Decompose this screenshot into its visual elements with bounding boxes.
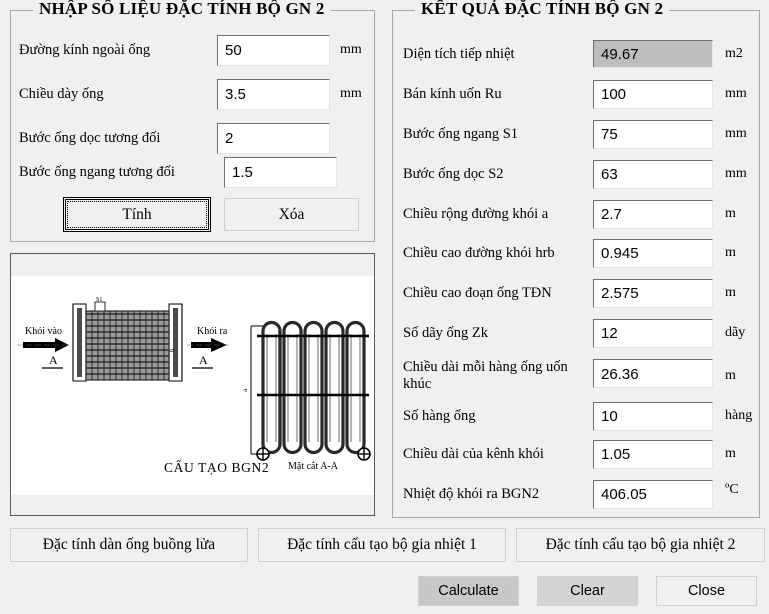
result-row-longitudinal-pitch-s2: Bước ống dọc S2 63 mm bbox=[403, 159, 753, 189]
diagram-label-s1: S1 bbox=[96, 297, 102, 303]
unit-flue-height: m bbox=[725, 245, 736, 260]
unit-flue-width: m bbox=[725, 206, 736, 221]
result-row-bend-radius: Bán kính uốn Ru 100 mm bbox=[403, 79, 753, 109]
form-row-outer-diameter: Đường kính ngoài ống 50 mm bbox=[19, 33, 364, 67]
calc-tinh-button-label: Tính bbox=[67, 201, 207, 228]
value-flue-height[interactable]: 0.945 bbox=[593, 238, 713, 268]
value-exit-gas-temp[interactable]: 406.05 bbox=[593, 479, 713, 509]
label-tube-rows-zk: Số dãy ống Zk bbox=[403, 324, 488, 341]
result-row-heat-area: Diện tích tiếp nhiệt 49.67 m2 bbox=[403, 39, 753, 69]
unit-bend-radius: mm bbox=[725, 86, 747, 101]
diagram-label-a: a bbox=[241, 388, 249, 392]
unit-serpentine-length: m bbox=[725, 368, 736, 383]
calc-tinh-button[interactable]: Tính bbox=[63, 197, 211, 232]
diagram-panel: S1 h Khói vào A Khói ra A a CẤU TẠO BGN2… bbox=[10, 253, 375, 516]
unit-longitudinal-pitch-s2: mm bbox=[725, 166, 747, 181]
label-relative-transverse-pitch: Bước ống ngang tương đối bbox=[19, 163, 175, 180]
result-row-exit-gas-temp: Nhiệt độ khói ra BGN2 406.05 ºC bbox=[403, 479, 753, 509]
input-outer-diameter[interactable]: 50 bbox=[217, 34, 330, 66]
form-row-tube-thickness: Chiều dày ống 3.5 mm bbox=[19, 77, 364, 111]
value-duct-length[interactable]: 1.05 bbox=[593, 439, 713, 469]
unit-outer-diameter: mm bbox=[340, 42, 362, 57]
unit-tube-thickness: mm bbox=[340, 86, 362, 101]
result-row-tube-count: Số hàng ống 10 hàng bbox=[403, 401, 753, 431]
clear-xoa-button[interactable]: Xóa bbox=[224, 198, 359, 231]
form-row-relative-transverse-pitch: Bước ống ngang tương đối 1.5 bbox=[19, 155, 364, 189]
value-transverse-pitch-s1[interactable]: 75 bbox=[593, 119, 713, 149]
value-tube-rows-zk[interactable]: 12 bbox=[593, 318, 713, 348]
label-tube-thickness: Chiều dày ống bbox=[19, 85, 104, 102]
result-row-tube-section-height: Chiều cao đoạn ống TĐN 2.575 m bbox=[403, 278, 753, 308]
input-group-box: NHẬP SỐ LIỆU ĐẶC TÍNH BỘ GN 2 Đường kính… bbox=[10, 0, 375, 242]
action-button-row: Calculate Clear Close bbox=[418, 576, 757, 606]
unit-tube-section-height: m bbox=[725, 285, 736, 300]
value-heat-area[interactable]: 49.67 bbox=[593, 40, 713, 68]
value-tube-section-height[interactable]: 2.575 bbox=[593, 278, 713, 308]
result-group-legend: KẾT QUẢ ĐẶC TÍNH BỘ GN 2 bbox=[415, 0, 670, 19]
label-flue-width: Chiều rộng đường khói a bbox=[403, 205, 549, 222]
unit-exit-gas-temp: ºC bbox=[725, 482, 739, 497]
tab-furnace-tube-bank[interactable]: Đặc tính dàn ống buồng lửa bbox=[10, 528, 248, 562]
input-relative-longitudinal-pitch[interactable]: 2 bbox=[217, 122, 330, 154]
label-tube-count: Số hàng ống bbox=[403, 407, 476, 424]
label-bend-radius: Bán kính uốn Ru bbox=[403, 85, 502, 102]
diagram-section-mark-right: A bbox=[199, 353, 208, 367]
result-row-duct-length: Chiều dài của kênh khói 1.05 m bbox=[403, 439, 753, 469]
heat-exchanger-diagram: S1 h Khói vào A Khói ra A a CẤU TẠO BGN2… bbox=[17, 297, 371, 475]
calculate-button[interactable]: Calculate bbox=[418, 576, 519, 606]
input-group-legend: NHẬP SỐ LIỆU ĐẶC TÍNH BỘ GN 2 bbox=[33, 0, 331, 19]
value-tube-count[interactable]: 10 bbox=[593, 401, 713, 431]
value-serpentine-length[interactable]: 26.36 bbox=[593, 359, 713, 388]
label-exit-gas-temp: Nhiệt độ khói ra BGN2 bbox=[403, 485, 540, 502]
input-tube-thickness[interactable]: 3.5 bbox=[217, 78, 330, 110]
diagram-section-mark-left: A bbox=[49, 353, 58, 367]
label-tube-section-height: Chiều cao đoạn ống TĐN bbox=[403, 284, 552, 301]
tab-heater-1[interactable]: Đặc tính cấu tạo bộ gia nhiệt 1 bbox=[258, 528, 506, 562]
label-duct-length: Chiều dài của kênh khói bbox=[403, 445, 544, 462]
input-relative-transverse-pitch[interactable]: 1.5 bbox=[224, 156, 337, 188]
value-bend-radius[interactable]: 100 bbox=[593, 79, 713, 109]
label-outer-diameter: Đường kính ngoài ống bbox=[19, 41, 151, 58]
diagram-label-outlet: Khói ra bbox=[197, 326, 228, 337]
result-row-transverse-pitch-s1: Bước ống ngang S1 75 mm bbox=[403, 119, 753, 149]
close-button[interactable]: Close bbox=[656, 576, 757, 606]
result-row-flue-width: Chiều rộng đường khói a 2.7 m bbox=[403, 199, 753, 229]
tab-heater-2[interactable]: Đặc tính cấu tạo bộ gia nhiệt 2 bbox=[516, 528, 765, 562]
unit-heat-area: m2 bbox=[725, 46, 743, 61]
result-row-serpentine-length: Chiều dài mỗi hàng ống uốn khúc 26.36 m bbox=[403, 357, 753, 401]
label-transverse-pitch-s1: Bước ống ngang S1 bbox=[403, 125, 519, 142]
unit-tube-count: hàng bbox=[725, 408, 753, 423]
label-relative-longitudinal-pitch: Bước ống dọc tương đối bbox=[19, 129, 161, 146]
value-flue-width[interactable]: 2.7 bbox=[593, 199, 713, 229]
result-group-box: KẾT QUẢ ĐẶC TÍNH BỘ GN 2 Diện tích tiếp … bbox=[392, 0, 760, 518]
diagram-label-inlet: Khói vào bbox=[25, 326, 62, 337]
label-flue-height: Chiều cao đường khói hrb bbox=[403, 244, 555, 261]
diagram-label-h: h bbox=[168, 348, 176, 352]
diagram-title: CẤU TẠO BGN2 bbox=[164, 460, 269, 475]
clear-button[interactable]: Clear bbox=[537, 576, 638, 606]
label-heat-area: Diện tích tiếp nhiệt bbox=[403, 45, 515, 62]
unit-transverse-pitch-s1: mm bbox=[725, 126, 747, 141]
tab-button-row: Đặc tính dàn ống buồng lửa Đặc tính cấu … bbox=[10, 528, 769, 562]
unit-duct-length: m bbox=[725, 446, 736, 461]
label-serpentine-length: Chiều dài mỗi hàng ống uốn khúc bbox=[403, 359, 568, 393]
unit-tube-rows-zk: dãy bbox=[725, 325, 746, 340]
result-row-flue-height: Chiều cao đường khói hrb 0.945 m bbox=[403, 238, 753, 268]
result-row-tube-rows-zk: Số dãy ống Zk 12 dãy bbox=[403, 318, 753, 348]
value-longitudinal-pitch-s2[interactable]: 63 bbox=[593, 159, 713, 189]
form-row-relative-longitudinal-pitch: Bước ống dọc tương đối 2 bbox=[19, 121, 364, 155]
diagram-section-title: Mặt cắt A-A bbox=[288, 461, 339, 472]
label-longitudinal-pitch-s2: Bước ống dọc S2 bbox=[403, 165, 504, 182]
